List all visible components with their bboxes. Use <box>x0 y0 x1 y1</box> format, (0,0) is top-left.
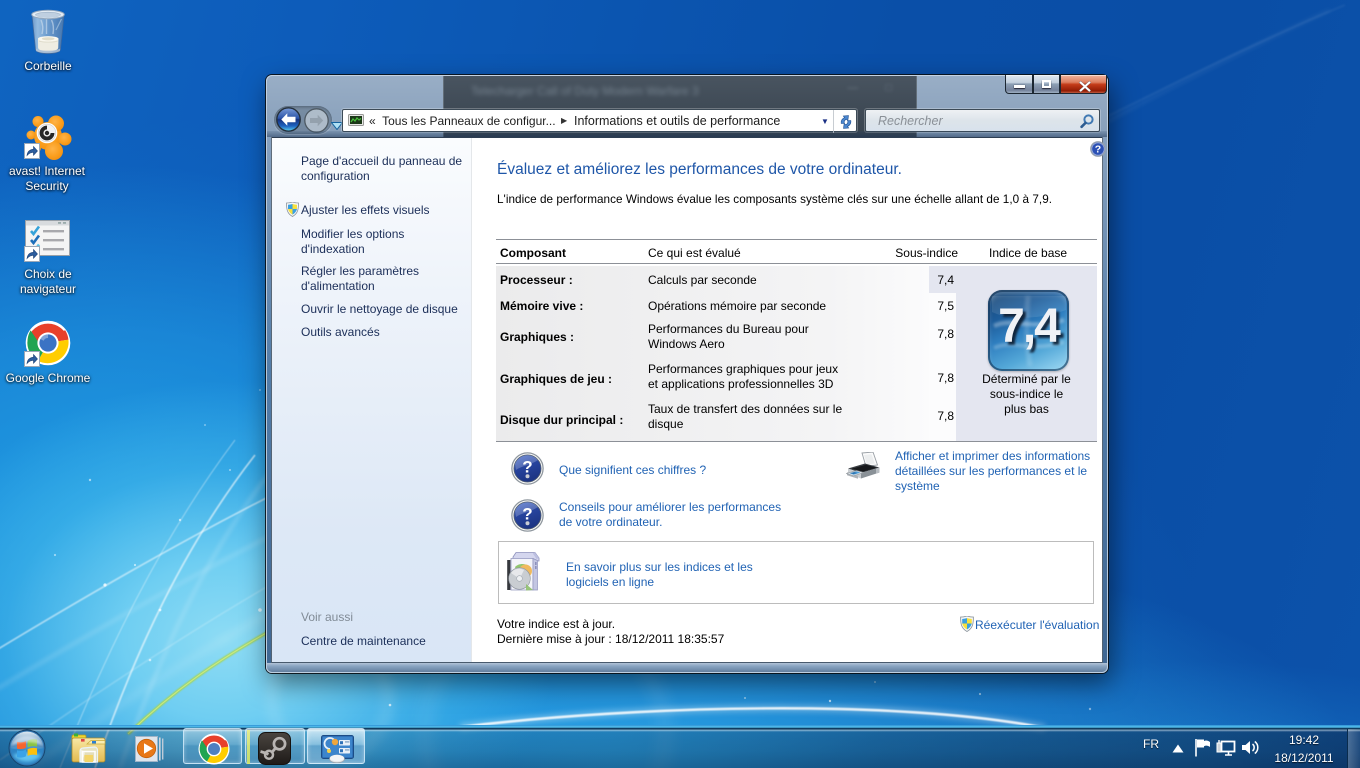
svg-text:?: ? <box>522 458 532 477</box>
svg-text:?: ? <box>1095 144 1101 156</box>
svg-text:?: ? <box>522 505 532 524</box>
